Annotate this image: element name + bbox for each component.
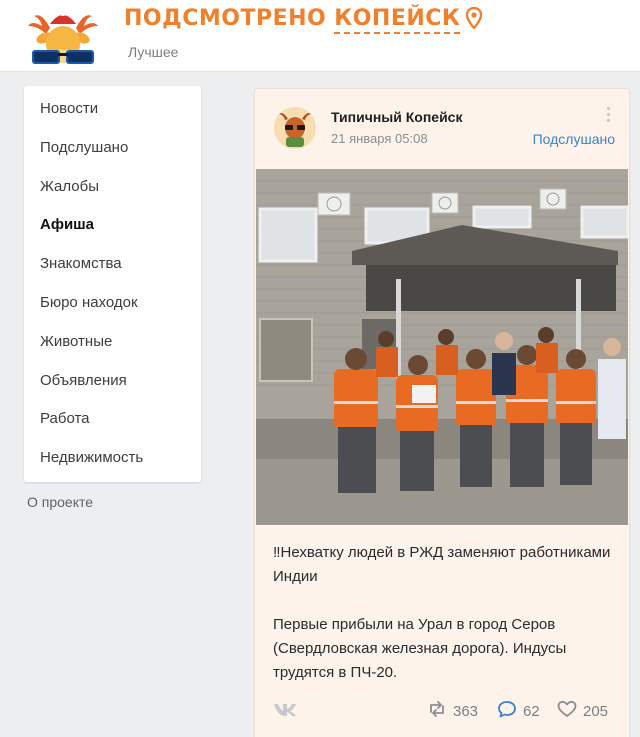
- sidebar-item-overheard[interactable]: Подслушано: [24, 129, 201, 168]
- post-text: ‼Нехватку людей в РЖД заменяют работника…: [273, 541, 618, 709]
- post-date[interactable]: 21 января 05:08: [331, 131, 428, 146]
- more-dots-icon[interactable]: [605, 107, 611, 125]
- post-author[interactable]: Типичный Копейск: [331, 109, 462, 125]
- avatar[interactable]: [274, 107, 316, 149]
- sidebar-item-events[interactable]: Афиша: [24, 206, 201, 245]
- location-pin-icon[interactable]: [466, 6, 483, 35]
- sidebar-item-realty[interactable]: Недвижимость: [24, 439, 201, 478]
- comment-icon: [497, 700, 517, 722]
- vk-icon[interactable]: [273, 703, 297, 722]
- sidebar-item-complaints[interactable]: Жалобы: [24, 168, 201, 207]
- sidebar-item-news[interactable]: Новости: [24, 90, 201, 129]
- sidebar-item-ads[interactable]: Объявления: [24, 362, 201, 401]
- like-button[interactable]: 205: [557, 700, 609, 722]
- heart-icon: [557, 700, 577, 722]
- sidebar-item-dating[interactable]: Знакомства: [24, 245, 201, 284]
- site-header: ПОДСМОТРЕНО КОПЕЙСК Лучшее: [0, 0, 640, 72]
- brand-title[interactable]: ПОДСМОТРЕНО КОПЕЙСК: [124, 6, 483, 35]
- post-text-paragraph: Первые прибыли на Урал в город Серов (Св…: [273, 616, 567, 681]
- sidebar-item-lost-found[interactable]: Бюро находок: [24, 284, 201, 323]
- logo-deer-glasses[interactable]: [20, 6, 106, 70]
- post-category-link[interactable]: Подслушано: [533, 131, 615, 147]
- sidebar-item-animals[interactable]: Животные: [24, 323, 201, 362]
- comment-count: 62: [523, 702, 540, 720]
- page-subtitle: Лучшее: [128, 44, 179, 60]
- brand-first-word: ПОДСМОТРЕНО: [124, 6, 327, 31]
- sidebar-item-jobs[interactable]: Работа: [24, 400, 201, 439]
- brand-city[interactable]: КОПЕЙСК: [334, 6, 461, 34]
- post-footer: 363 62 205: [273, 699, 613, 723]
- about-link[interactable]: О проекте: [27, 494, 93, 510]
- sidebar-nav: Новости Подслушано Жалобы Афиша Знакомст…: [24, 86, 201, 482]
- post-card: Типичный Копейск 21 января 05:08 Подслуш…: [254, 88, 630, 737]
- comment-button[interactable]: 62: [497, 701, 540, 721]
- repost-button[interactable]: 363: [427, 701, 478, 721]
- like-count: 205: [583, 702, 609, 720]
- post-text-paragraph: ‼Нехватку людей в РЖД заменяют работника…: [273, 544, 611, 585]
- post-photo[interactable]: [256, 169, 628, 525]
- repost-count: 363: [453, 702, 479, 720]
- repost-icon: [427, 700, 447, 722]
